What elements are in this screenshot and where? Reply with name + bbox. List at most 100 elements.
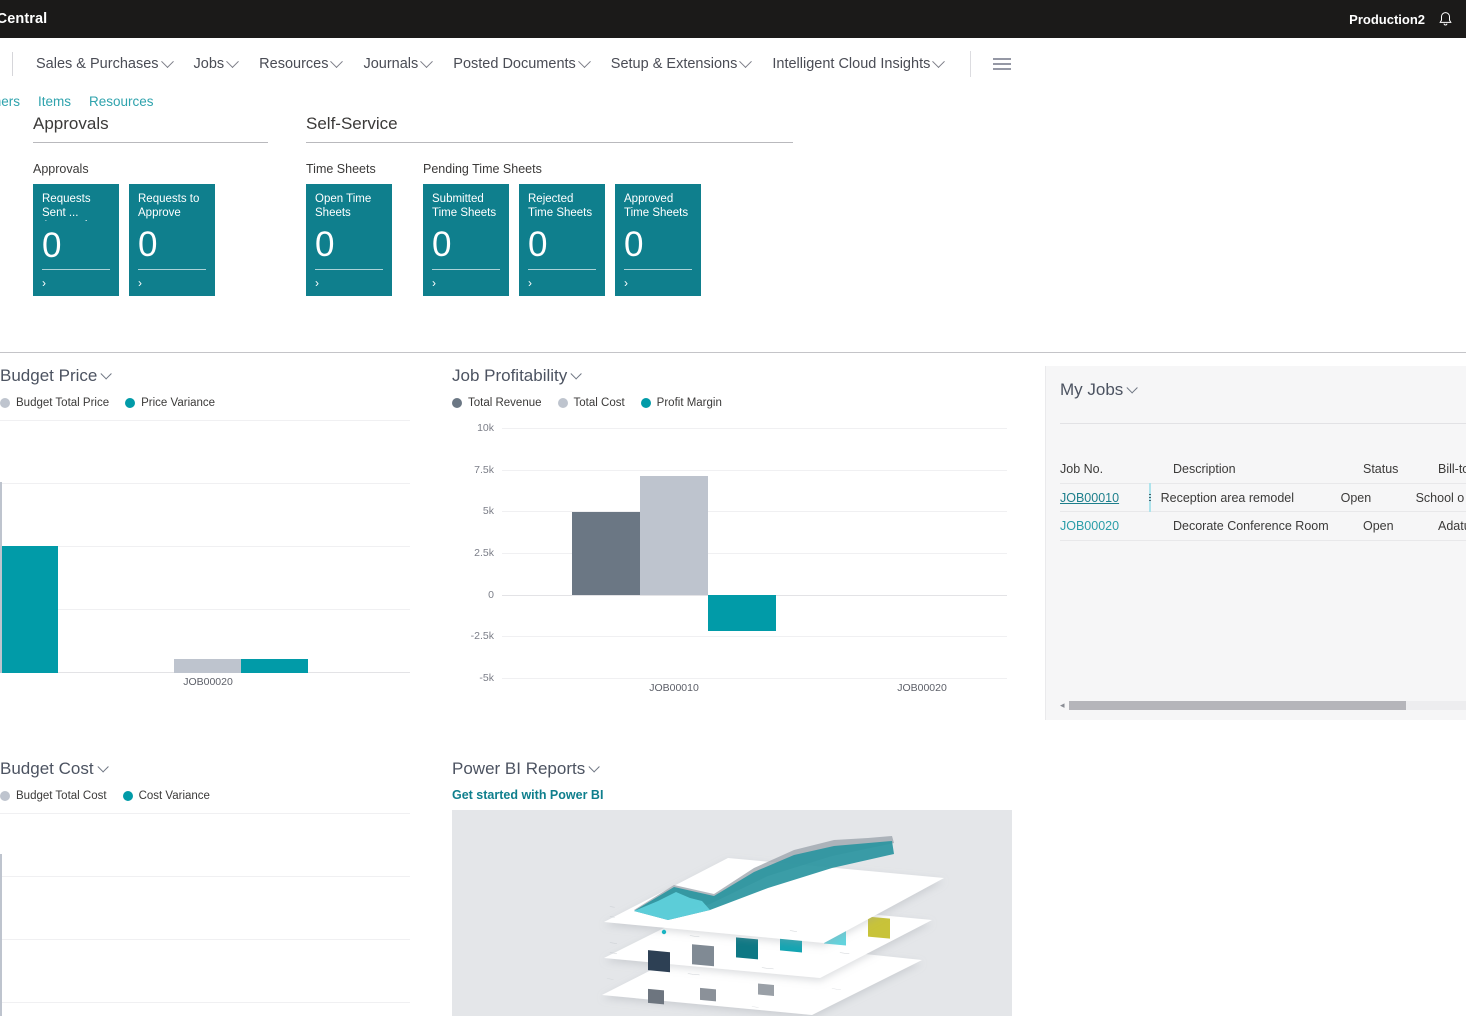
environment-name[interactable]: Production2: [1349, 12, 1425, 27]
subtab-items[interactable]: Items: [38, 94, 89, 109]
table-row[interactable]: JOB00010 Reception area remodel Open Sch…: [1060, 483, 1466, 512]
nav-item-jobs[interactable]: Jobs: [183, 52, 249, 76]
top-bar-right-group: Production2: [1349, 11, 1466, 28]
job-link[interactable]: JOB00010: [1060, 491, 1119, 505]
nav-item-label: Resources: [259, 56, 329, 72]
chevron-right-icon: ›: [42, 276, 46, 290]
part-title-budget-price[interactable]: Budget Price: [0, 366, 410, 386]
subtab-resources[interactable]: Resources: [89, 94, 172, 109]
svg-text:__: __: [609, 902, 616, 908]
part-title-label: Job Profitability: [452, 366, 568, 385]
bar-total-revenue-job00010: [572, 512, 640, 595]
part-title-budget-cost[interactable]: Budget Cost: [0, 759, 410, 779]
chevron-down-icon: [932, 54, 946, 68]
gridline: [502, 636, 1007, 638]
notification-bell-icon[interactable]: [1438, 11, 1453, 28]
bar-profit-margin-job00010: [708, 594, 776, 631]
gridline: [0, 546, 410, 547]
subtab-customers[interactable]: stomers: [0, 94, 38, 109]
chevron-right-icon: ›: [624, 276, 628, 290]
part-title-label: Budget Price: [0, 366, 98, 385]
tile-caption: Rejected Time Sheets: [528, 193, 593, 219]
group-divider: [33, 142, 268, 143]
tile-caption: Approved Time Sheets: [624, 193, 689, 219]
legend-swatch-icon: [0, 398, 10, 408]
tile-value: 0: [624, 225, 644, 264]
column-header-description[interactable]: Description: [1173, 462, 1363, 476]
part-title-job-profitability[interactable]: Job Profitability: [452, 366, 1012, 386]
tile-submitted-time-sheets[interactable]: Submitted Time Sheets 0 ›: [423, 184, 509, 296]
tile-rule: [315, 269, 383, 270]
job-link[interactable]: JOB00020: [1060, 519, 1119, 533]
tile-caption: Requests Sent ... Approval: [42, 193, 91, 221]
tile-rejected-time-sheets[interactable]: Rejected Time Sheets 0 ›: [519, 184, 605, 296]
gridline: [0, 1002, 410, 1003]
part-title-my-jobs[interactable]: My Jobs: [1060, 380, 1466, 400]
get-started-with-power-bi-link[interactable]: Get started with Power BI: [452, 788, 1012, 802]
column-header-status[interactable]: Status: [1363, 462, 1438, 476]
cell-bill-to-name: School o: [1415, 490, 1465, 505]
nav-item-intelligent-cloud-insights[interactable]: Intelligent Cloud Insights: [761, 52, 954, 76]
gridline: [0, 609, 410, 610]
plot-budget-price: JOB00010 JOB00020: [0, 420, 410, 688]
scrollbar-thumb[interactable]: [1068, 701, 1407, 710]
y-axis-tick-label: 7.5k: [474, 463, 494, 476]
tile-value: 0: [432, 225, 452, 264]
part-job-profitability: Job Profitability Total Revenue Total Co…: [452, 366, 1012, 694]
cell-job-no[interactable]: JOB00020: [1060, 519, 1173, 533]
nav-item-label: Intelligent Cloud Insights: [772, 56, 931, 72]
nav-home-clipped[interactable]: ...: [0, 56, 8, 73]
part-title-power-bi[interactable]: Power BI Reports: [452, 759, 1012, 779]
legend-label: Cost Variance: [138, 790, 210, 802]
legend-swatch-icon: [640, 398, 651, 408]
nav-item-resources[interactable]: Resources: [248, 52, 352, 76]
tile-rule: [624, 269, 692, 270]
chevron-down-icon: [570, 368, 583, 380]
bar-budget-total-cost-job00010: [0, 854, 2, 1016]
chevron-down-icon: [97, 761, 109, 773]
tile-section-label: Time Sheets: [306, 162, 376, 176]
tile-approved-time-sheets[interactable]: Approved Time Sheets 0 ›: [615, 184, 701, 296]
cell-description: Decorate Conference Room: [1173, 519, 1329, 533]
nav-item-label: Journals: [363, 56, 419, 72]
nav-item-setup-extensions[interactable]: Setup & Extensions: [600, 52, 762, 76]
plot-budget-cost: [0, 813, 410, 1016]
tile-section-label: Approvals: [33, 162, 89, 176]
y-axis-tick-label: -5k: [479, 672, 494, 684]
chevron-down-icon: [160, 54, 174, 68]
cell-job-no[interactable]: JOB00010: [1060, 491, 1149, 505]
nav-item-posted-documents[interactable]: Posted Documents: [442, 52, 600, 76]
table-body: JOB00010 Reception area remodel Open Sch…: [1060, 483, 1466, 541]
chevron-down-icon: [100, 368, 113, 380]
plot-job-profitability: 10k 7.5k 5k 2.5k 0 -2.5k -5k JOB00010 JO…: [471, 422, 1007, 694]
y-axis-tick-label: 0: [488, 588, 494, 601]
scroll-left-arrow-icon[interactable]: ◂: [1060, 700, 1065, 711]
horizontal-scrollbar[interactable]: ◂: [1060, 699, 1466, 712]
gridline: [0, 813, 410, 814]
table-row[interactable]: JOB00020 Decorate Conference Room Open A…: [1060, 512, 1466, 541]
tile-requests-to-approve[interactable]: Requests to Approve 0 ›: [129, 184, 215, 296]
nav-item-label: Posted Documents: [453, 56, 576, 72]
column-header-bill-to-name[interactable]: Bill-to Na: [1438, 462, 1466, 476]
nav-item-label: Setup & Extensions: [610, 56, 738, 72]
scrollbar-track[interactable]: [1068, 701, 1466, 710]
tile-value: 0: [528, 225, 548, 264]
gridline: [502, 678, 1007, 679]
tile-requests-sent-for-approval[interactable]: Requests Sent ... Approval 0 ›: [33, 184, 119, 296]
svg-text:___: ___: [751, 1002, 760, 1008]
chevron-down-icon: [330, 54, 344, 68]
part-title-label: Power BI Reports: [452, 759, 586, 778]
nav-item-journals[interactable]: Journals: [352, 52, 442, 76]
tile-row: Open Time Sheets 0 ›: [306, 184, 392, 296]
gridline: [0, 876, 410, 877]
tile-caption: Submitted Time Sheets: [432, 193, 497, 219]
legend-swatch-icon: [0, 791, 10, 801]
nav-item-sales-purchases[interactable]: Sales & Purchases: [25, 52, 183, 76]
legend-item: Budget Total Cost: [0, 790, 107, 802]
tile-open-time-sheets[interactable]: Open Time Sheets 0 ›: [306, 184, 392, 296]
hamburger-menu-icon[interactable]: [993, 58, 1012, 70]
tile-section-pending-time-sheets: Pending Time Sheets Submitted Time Sheet…: [423, 143, 701, 296]
column-header-job-no[interactable]: Job No.: [1060, 462, 1173, 476]
svg-text:___: ___: [609, 948, 618, 954]
part-my-jobs: My Jobs Job No. Description Status Bill-…: [1045, 366, 1466, 720]
